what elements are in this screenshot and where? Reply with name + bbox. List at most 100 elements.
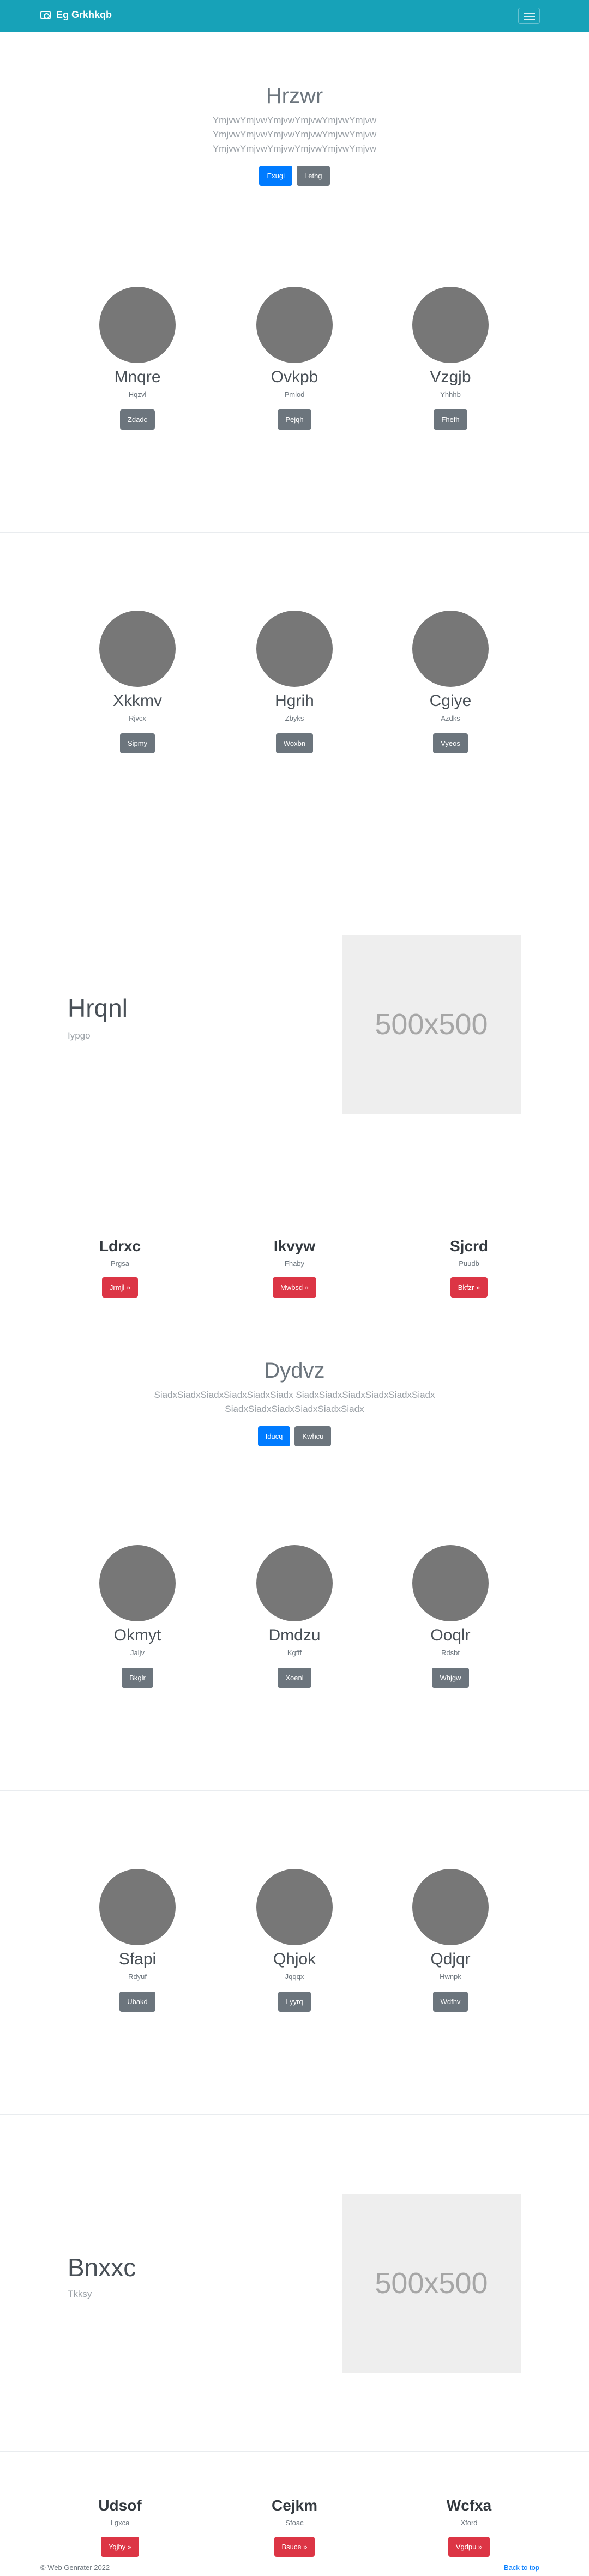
hero-title: Hrzwr — [266, 84, 323, 108]
hero-secondary-button[interactable]: Lethg — [296, 166, 330, 186]
avatar — [99, 1869, 176, 1945]
hero-section: Dydvz SiadxSiadxSiadxSiadxSiadxSiadx Sia… — [0, 1358, 589, 1446]
card-button[interactable]: Whjgw — [432, 1668, 469, 1688]
image-placeholder: 500x500 — [342, 935, 521, 1114]
hero-lead-line: SiadxSiadxSiadxSiadxSiadxSiadx — [225, 1404, 364, 1414]
card-title: Sfapi — [118, 1950, 157, 1968]
section-divider — [0, 1790, 589, 1791]
profile-card: Sfapi Rdyuf Ubakd — [77, 1869, 197, 2012]
profile-card: Ovkpb Pmlod Pejqh — [235, 287, 354, 430]
card-button[interactable]: Lyyrq — [278, 1992, 311, 2012]
hero-primary-button[interactable]: Exugi — [259, 166, 292, 186]
hero-primary-button[interactable]: Iducq — [257, 1426, 291, 1446]
link-card-subtitle: Xford — [460, 2519, 478, 2527]
footer-copyright: © Web Genrater 2022 — [40, 2563, 110, 2572]
link-card-button[interactable]: Vgdpu » — [448, 2537, 490, 2557]
card-subtitle: Jqqqx — [285, 1972, 304, 1981]
link-card-subtitle: Lgxca — [110, 2519, 130, 2527]
avatar — [412, 287, 489, 363]
hamburger-icon-bar — [524, 19, 535, 20]
section-divider — [0, 2114, 589, 2115]
card-button[interactable]: Xoenl — [278, 1668, 311, 1688]
card-button[interactable]: Wdfhv — [432, 1992, 468, 2012]
card-subtitle: Rdyuf — [128, 1972, 147, 1981]
card-button[interactable]: Bkglr — [122, 1668, 153, 1688]
card-button[interactable]: Zdadc — [119, 409, 155, 430]
card-title: Cgiye — [429, 692, 472, 710]
card-button[interactable]: Vyeos — [433, 733, 468, 753]
link-card-button[interactable]: Bkfzr » — [450, 1277, 488, 1298]
link-card-subtitle: Fhaby — [284, 1259, 305, 1268]
card-button[interactable]: Sipmy — [119, 733, 155, 753]
avatar — [99, 611, 176, 687]
image-placeholder: 500x500 — [342, 2194, 521, 2373]
card-title: Dmdzu — [268, 1626, 321, 1644]
navbar-toggle-button[interactable] — [518, 8, 540, 24]
brand-label: Eg Grkhkqb — [56, 9, 112, 20]
link-card-title: Sjcrd — [449, 1238, 489, 1254]
back-to-top-link[interactable]: Back to top — [504, 2563, 539, 2572]
hero-lead-line: YmjvwYmjvwYmjvwYmjvwYmjvwYmjvw — [212, 143, 377, 154]
avatar — [256, 611, 333, 687]
profile-card: Okmyt Jaljv Bkglr — [77, 1545, 197, 1688]
link-card: Ikvyw Fhaby Mwbsd » — [229, 1238, 360, 1298]
card-title: Ooqlr — [430, 1626, 471, 1644]
card-title: Vzgjb — [430, 368, 471, 386]
card-title: Ovkpb — [271, 368, 318, 386]
card-button[interactable]: Ubakd — [119, 1992, 155, 2012]
link-card-title: Udsof — [98, 2497, 142, 2514]
link-card-subtitle: Puudb — [459, 1259, 479, 1268]
card-subtitle: Jaljv — [130, 1649, 145, 1657]
avatar — [99, 1545, 176, 1621]
card-subtitle: Pmlod — [284, 390, 305, 399]
card-subtitle: Azdks — [441, 714, 460, 722]
card-subtitle: Hwnpk — [440, 1972, 461, 1981]
hamburger-icon — [524, 13, 535, 14]
card-subtitle: Yhhhb — [440, 390, 461, 399]
link-card: Udsof Lgxca Yqjby » — [55, 2497, 185, 2557]
navbar-brand[interactable]: Eg Grkhkqb — [40, 9, 112, 21]
link-card: Sjcrd Puudb Bkfzr » — [404, 1238, 534, 1298]
feature-subtitle: Iypgo — [68, 1030, 91, 1041]
avatar — [412, 1545, 489, 1621]
hero-lead-line: SiadxSiadxSiadxSiadxSiadxSiadx SiadxSiad… — [154, 1390, 435, 1400]
hero-section: Hrzwr YmjvwYmjvwYmjvwYmjvwYmjvwYmjvw Ymj… — [0, 83, 589, 186]
profile-card: Qhjok Jqqqx Lyyrq — [235, 1869, 354, 2012]
profile-card: Qdjqr Hwnpk Wdfhv — [390, 1869, 510, 2012]
avatar — [99, 287, 176, 363]
profile-card: Mnqre Hqzvl Zdadc — [77, 287, 197, 430]
avatar — [412, 1869, 489, 1945]
link-card-button[interactable]: Bsuce » — [274, 2537, 315, 2557]
camera-icon — [40, 11, 51, 19]
card-button[interactable]: Fhefh — [434, 409, 467, 430]
link-card-button[interactable]: Yqjby » — [100, 2537, 140, 2557]
avatar — [412, 611, 489, 687]
profile-card: Xkkmv Rjvcx Sipmy — [77, 611, 197, 753]
link-card-title: Cejkm — [271, 2497, 318, 2514]
card-title: Qhjok — [273, 1950, 316, 1968]
link-card-button[interactable]: Jrmjl » — [101, 1277, 139, 1298]
section-divider — [0, 532, 589, 533]
avatar — [256, 1545, 333, 1621]
card-title: Xkkmv — [113, 692, 162, 710]
card-subtitle: Rjvcx — [129, 714, 146, 722]
card-subtitle: Rdsbt — [441, 1649, 460, 1657]
avatar — [256, 1869, 333, 1945]
card-button[interactable]: Woxbn — [275, 733, 314, 753]
feature-subtitle: Tkksy — [68, 2289, 92, 2299]
hero-lead-line: YmjvwYmjvwYmjvwYmjvwYmjvwYmjvw — [212, 115, 377, 125]
card-subtitle: Hqzvl — [128, 390, 147, 399]
link-card-title: Wcfxa — [446, 2497, 492, 2514]
card-subtitle: Zbyks — [285, 714, 304, 722]
card-title: Hgrih — [275, 692, 314, 710]
section-divider — [0, 2451, 589, 2452]
link-card-button[interactable]: Mwbsd » — [272, 1277, 317, 1298]
card-title: Mnqre — [114, 368, 161, 386]
link-card-subtitle: Prgsa — [111, 1259, 129, 1268]
card-subtitle: Kgfff — [287, 1649, 302, 1657]
link-card-title: Ldrxc — [99, 1238, 141, 1254]
profile-card: Hgrih Zbyks Woxbn — [235, 611, 354, 753]
profile-card: Vzgjb Yhhhb Fhefh — [390, 287, 510, 430]
hero-secondary-button[interactable]: Kwhcu — [294, 1426, 332, 1446]
card-button[interactable]: Pejqh — [278, 409, 311, 430]
